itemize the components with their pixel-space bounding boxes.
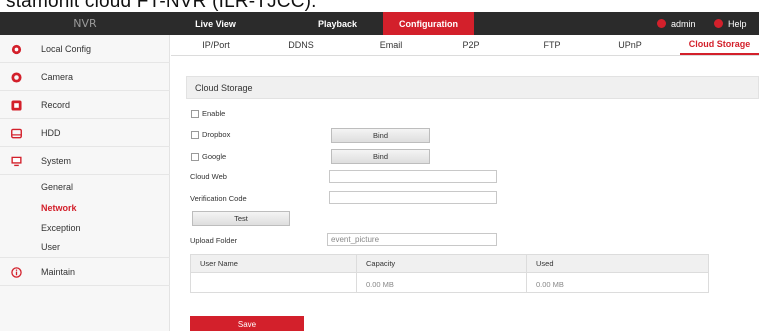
column-header-used: Used (536, 259, 554, 268)
dropbox-row: Dropbox (191, 130, 230, 139)
sidebar: Local Config Camera Record HDD System Ge… (0, 35, 170, 331)
upload-folder-label: Upload Folder (190, 236, 238, 245)
sidebar-divider (0, 118, 170, 119)
sidebar-item-label: Local Config (41, 44, 92, 54)
cloud-web-label: Cloud Web (190, 172, 227, 181)
section-title: Cloud Storage (195, 83, 253, 93)
app-logo: NVR (73, 17, 97, 30)
sidebar-subitem-user[interactable]: User (41, 242, 60, 252)
tab-ddns[interactable]: DDNS (274, 35, 328, 55)
sidebar-subitem-general[interactable]: General (41, 182, 73, 192)
tab-playback[interactable]: Playback (292, 12, 383, 35)
test-button[interactable]: Test (192, 211, 290, 226)
table-divider (356, 255, 357, 292)
help-menu[interactable]: Help (714, 12, 747, 35)
tab-ftp[interactable]: FTP (525, 35, 579, 55)
top-navigation-bar: NVR Live View Playback Configuration adm… (0, 12, 759, 35)
tab-ip-port[interactable]: IP/Port (189, 35, 243, 55)
column-header-capacity: Capacity (366, 259, 396, 268)
record-icon (11, 100, 22, 111)
save-button[interactable]: Save (190, 316, 304, 331)
user-name: admin (671, 18, 696, 29)
verification-code-label: Verification Code (190, 194, 247, 203)
upload-folder-input[interactable]: event_picture (327, 233, 497, 246)
user-menu[interactable]: admin (657, 12, 696, 35)
table-cell-capacity: 0.00 MB (366, 280, 394, 289)
sidebar-item-label: Record (41, 100, 71, 110)
cloud-web-input[interactable] (329, 170, 497, 183)
section-header: Cloud Storage (186, 76, 759, 99)
tab-upnp[interactable]: UPnP (603, 35, 657, 55)
sidebar-subitem-network[interactable]: Network (41, 203, 77, 213)
network-subtabs: IP/Port DDNS Email P2P FTP UPnP Cloud St… (171, 35, 759, 56)
verification-code-input[interactable] (329, 191, 497, 204)
sidebar-item-label: Maintain (41, 267, 76, 277)
caption-text: stamohlt cloud FT-NVR (ILR-TJCC). (6, 0, 317, 12)
google-row: Google (191, 152, 226, 161)
sidebar-divider (0, 285, 170, 286)
tab-email[interactable]: Email (364, 35, 418, 55)
dropbox-bind-button[interactable]: Bind (331, 128, 430, 143)
google-label: Google (202, 152, 227, 161)
dropbox-label: Dropbox (202, 130, 231, 139)
column-header-user-name: User Name (200, 259, 238, 268)
sidebar-item-maintain[interactable]: Maintain (0, 260, 170, 284)
tab-p2p[interactable]: P2P (444, 35, 498, 55)
sidebar-divider (0, 257, 170, 258)
monitor-icon (11, 156, 22, 167)
sidebar-subitem-exception[interactable]: Exception (41, 223, 81, 233)
sidebar-divider (0, 174, 170, 175)
help-label: Help (728, 18, 747, 29)
tab-cloud-storage[interactable]: Cloud Storage (680, 35, 759, 55)
sidebar-item-hdd[interactable]: HDD (0, 121, 170, 145)
info-icon (11, 267, 22, 278)
table-cell-used: 0.00 MB (536, 280, 564, 289)
camera-icon (11, 72, 22, 83)
user-icon (657, 19, 666, 28)
sidebar-item-camera[interactable]: Camera (0, 65, 170, 89)
gear-icon (11, 44, 22, 55)
cloud-account-table: User Name Capacity Used 0.00 MB 0.00 MB (190, 254, 709, 293)
sidebar-item-label: HDD (41, 128, 61, 138)
help-icon (714, 19, 723, 28)
tab-configuration[interactable]: Configuration (383, 12, 474, 35)
sidebar-item-system[interactable]: System (0, 149, 170, 173)
google-checkbox[interactable] (191, 152, 199, 161)
table-divider (526, 255, 527, 292)
sidebar-item-local-config[interactable]: Local Config (0, 37, 170, 61)
caption-text-strip: stamohlt cloud FT-NVR (ILR-TJCC). (0, 0, 759, 12)
sidebar-divider (0, 62, 170, 63)
enable-label: Enable (202, 109, 226, 118)
table-header (191, 255, 708, 273)
sidebar-divider (0, 146, 170, 147)
google-bind-button[interactable]: Bind (331, 149, 430, 164)
tab-live-view[interactable]: Live View (170, 12, 261, 35)
enable-row: Enable (191, 109, 225, 118)
hdd-icon (11, 128, 22, 139)
sidebar-item-record[interactable]: Record (0, 93, 170, 117)
sidebar-item-label: System (41, 156, 72, 166)
dropbox-checkbox[interactable] (191, 130, 199, 139)
enable-checkbox[interactable] (191, 109, 199, 118)
sidebar-item-label: Camera (41, 72, 74, 82)
sidebar-divider (0, 90, 170, 91)
